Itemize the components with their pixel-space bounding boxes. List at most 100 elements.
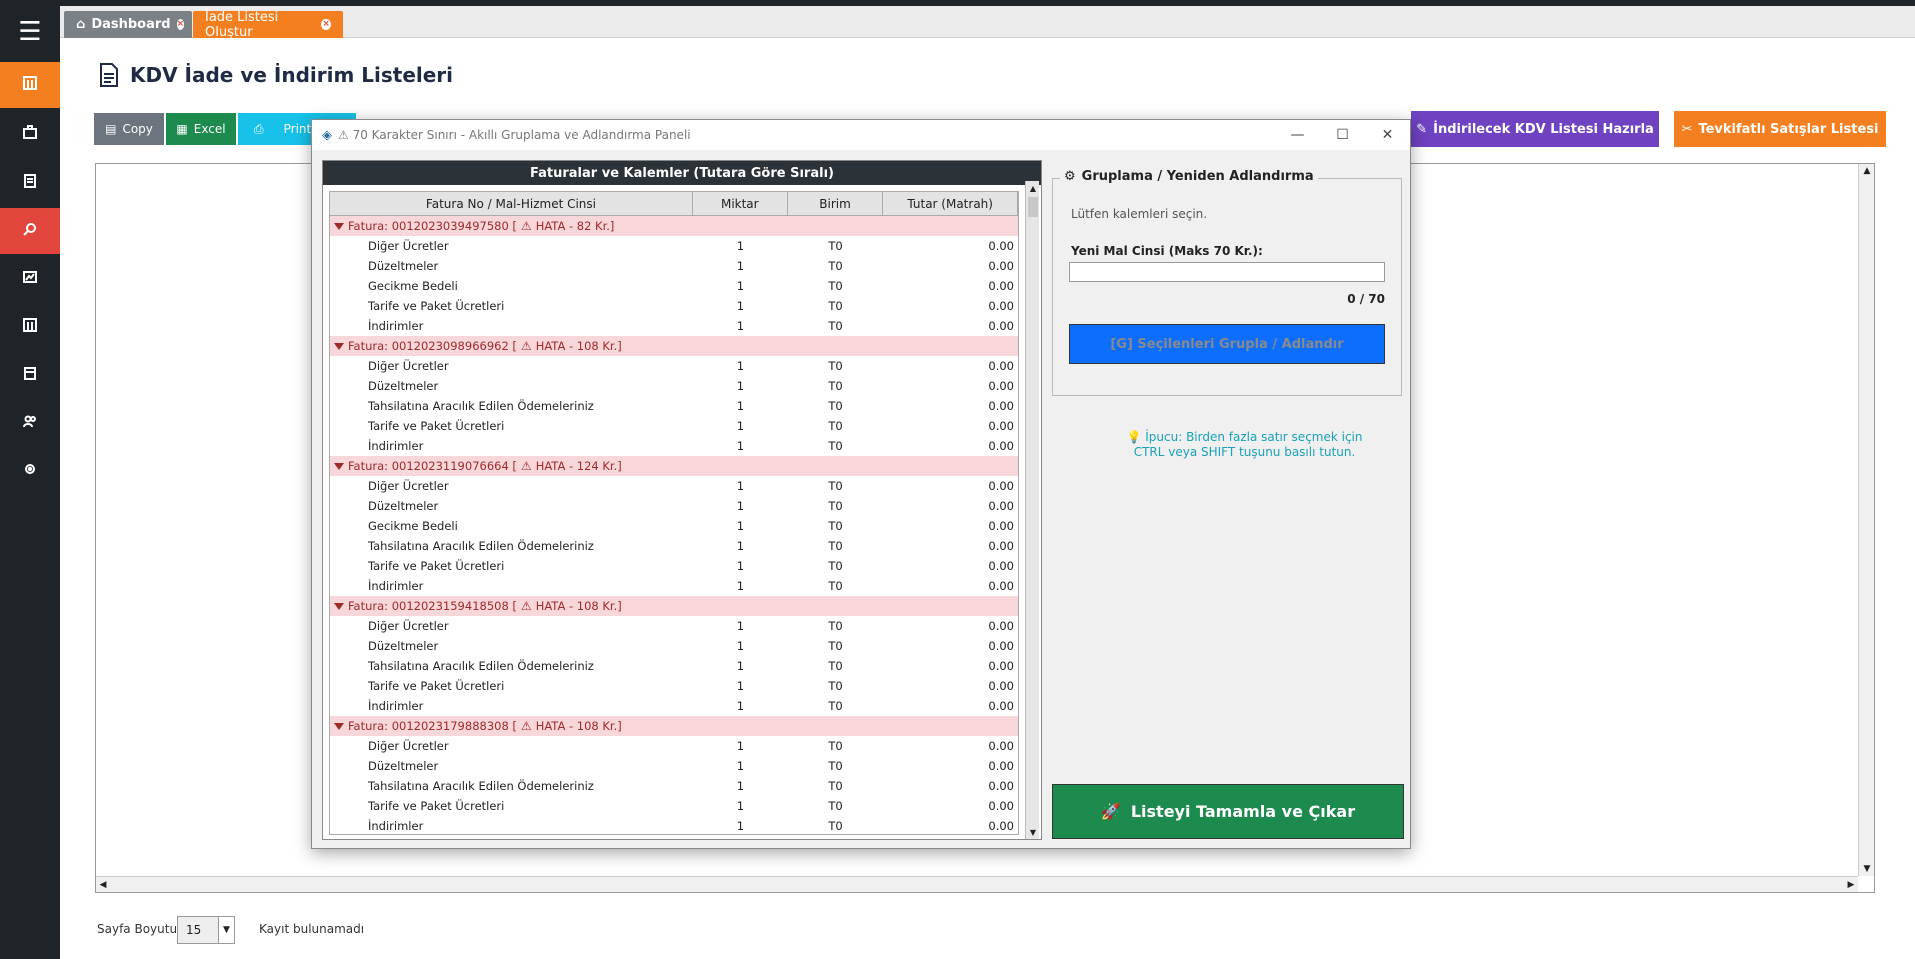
- invoice-item-row[interactable]: Tarife ve Paket Ücretleri 1 T0 0.00: [330, 556, 1018, 576]
- sidebar-item-search[interactable]: [0, 208, 60, 254]
- invoice-item-row[interactable]: Düzeltmeler 1 T0 0.00: [330, 636, 1018, 656]
- item-qty: 1: [736, 299, 745, 313]
- invoice-item-row[interactable]: Düzeltmeler 1 T0 0.00: [330, 756, 1018, 776]
- tab-iade-listesi[interactable]: İade Listesi Oluştur ×: [193, 10, 343, 40]
- expand-icon[interactable]: [334, 722, 344, 730]
- expand-icon[interactable]: [334, 222, 344, 230]
- copy-button[interactable]: ▤ Copy: [94, 113, 164, 145]
- item-name: Gecikme Bedeli: [368, 279, 458, 293]
- close-icon[interactable]: ×: [176, 19, 185, 30]
- col-header-unit[interactable]: Birim: [788, 192, 884, 215]
- invoice-item-row[interactable]: Tarife ve Paket Ücretleri 1 T0 0.00: [330, 796, 1018, 816]
- invoice-item-row[interactable]: Tahsilatına Aracılık Edilen Ödemeleriniz…: [330, 656, 1018, 676]
- col-header-amount[interactable]: Tutar (Matrah): [883, 192, 1018, 215]
- invoice-group-row[interactable]: Fatura: 0012023039497580 [⚠ HATA - 82 Kr.…: [330, 216, 1018, 236]
- item-unit: T0: [828, 359, 843, 373]
- invoice-item-row[interactable]: İndirimler 1 T0 0.00: [330, 316, 1018, 336]
- invoice-item-row[interactable]: Diğer Ücretler 1 T0 0.00: [330, 236, 1018, 256]
- finish-export-button[interactable]: 🚀 Listeyi Tamamla ve Çıkar: [1052, 784, 1404, 839]
- invoice-item-row[interactable]: İndirimler 1 T0 0.00: [330, 436, 1018, 456]
- tools-icon: ✂: [1681, 121, 1693, 137]
- chevron-down-icon[interactable]: ▼: [218, 917, 234, 943]
- scroll-down-icon[interactable]: ▼: [1860, 862, 1874, 876]
- sidebar-item-dashboard[interactable]: [0, 62, 60, 108]
- maximize-icon[interactable]: ☐: [1320, 120, 1365, 150]
- tevkifat-sales-button[interactable]: ✂ Tevkifatlı Satışlar Listesi: [1674, 111, 1886, 147]
- col-header-name[interactable]: Fatura No / Mal-Hizmet Cinsi: [330, 192, 693, 215]
- minimize-icon[interactable]: —: [1275, 120, 1320, 150]
- page-size-select[interactable]: 15 ▼: [177, 916, 235, 944]
- scroll-left-icon[interactable]: ◀: [96, 878, 110, 892]
- item-name: Gecikme Bedeli: [368, 519, 458, 533]
- sidebar-item-companies[interactable]: [0, 304, 60, 350]
- invoice-item-row[interactable]: Düzeltmeler 1 T0 0.00: [330, 376, 1018, 396]
- invoice-group-row[interactable]: Fatura: 0012023119076664 [⚠ HATA - 124 Kr…: [330, 456, 1018, 476]
- invoice-item-row[interactable]: Tahsilatına Aracılık Edilen Ödemeleriniz…: [330, 776, 1018, 796]
- invoice-item-row[interactable]: Diğer Ücretler 1 T0 0.00: [330, 616, 1018, 636]
- invoice-item-row[interactable]: Gecikme Bedeli 1 T0 0.00: [330, 276, 1018, 296]
- invoice-item-row[interactable]: Diğer Ücretler 1 T0 0.00: [330, 736, 1018, 756]
- sidebar-item-archive[interactable]: [0, 352, 60, 398]
- tab-dashboard[interactable]: ⌂ Dashboard ×: [64, 11, 192, 38]
- item-unit: T0: [828, 479, 843, 493]
- invoice-group-row[interactable]: Fatura: 0012023098966962 [⚠ HATA - 108 Kr…: [330, 336, 1018, 356]
- invoice-item-row[interactable]: Diğer Ücretler 1 T0 0.00: [330, 356, 1018, 376]
- new-name-input[interactable]: [1069, 262, 1385, 282]
- tip-line-1: 💡 İpucu: Birden fazla satır seçmek için: [1126, 430, 1363, 444]
- item-qty: 1: [736, 439, 745, 453]
- invoice-item-row[interactable]: İndirimler 1 T0 0.00: [330, 816, 1018, 834]
- invoice-item-row[interactable]: Düzeltmeler 1 T0 0.00: [330, 496, 1018, 516]
- page-size-value: 15: [186, 923, 202, 937]
- scroll-thumb[interactable]: [1028, 197, 1038, 217]
- invoice-item-row[interactable]: Tahsilatına Aracılık Edilen Ödemeleriniz…: [330, 396, 1018, 416]
- item-name: İndirimler: [368, 819, 424, 833]
- invoice-item-row[interactable]: Diğer Ücretler 1 T0 0.00: [330, 476, 1018, 496]
- sidebar-item-settings[interactable]: [0, 448, 60, 494]
- invoice-item-row[interactable]: Gecikme Bedeli 1 T0 0.00: [330, 516, 1018, 536]
- excel-button[interactable]: ▦ Excel: [166, 113, 236, 145]
- excel-label: Excel: [193, 122, 226, 136]
- invoice-item-row[interactable]: Tahsilatına Aracılık Edilen Ödemeleriniz…: [330, 536, 1018, 556]
- group-rename-button[interactable]: [G] Seçilenleri Grupla / Adlandır: [1069, 324, 1385, 364]
- grouping-legend: ⚙ Gruplama / Yeniden Adlandırma: [1060, 169, 1318, 184]
- sidebar-item-briefcase[interactable]: [0, 111, 60, 157]
- hamburger-menu-icon[interactable]: ☰: [0, 12, 60, 52]
- item-unit: T0: [828, 699, 843, 713]
- expand-icon[interactable]: [334, 462, 344, 470]
- item-amount: 0.00: [988, 679, 1014, 693]
- invoice-group-row[interactable]: Fatura: 0012023159418508 [⚠ HATA - 108 Kr…: [330, 596, 1018, 616]
- close-icon[interactable]: ✕: [1365, 120, 1410, 150]
- horizontal-scrollbar[interactable]: ◀ ▶: [96, 876, 1858, 892]
- invoice-item-row[interactable]: İndirimler 1 T0 0.00: [330, 696, 1018, 716]
- close-icon[interactable]: ×: [321, 19, 331, 30]
- scroll-up-icon[interactable]: ▲: [1860, 164, 1874, 178]
- invoice-group-row[interactable]: Fatura: 0012023179888308 [⚠ HATA - 108 Kr…: [330, 716, 1018, 736]
- vertical-scrollbar[interactable]: ▲ ▼: [1858, 164, 1874, 876]
- item-name: Düzeltmeler: [368, 499, 439, 513]
- group-label: Fatura: 0012023098966962 [: [348, 339, 517, 353]
- expand-icon[interactable]: [334, 342, 344, 350]
- tree-vertical-scrollbar[interactable]: ▲ ▼: [1025, 181, 1039, 839]
- scroll-down-icon[interactable]: ▼: [1026, 825, 1040, 839]
- invoice-item-row[interactable]: İndirimler 1 T0 0.00: [330, 576, 1018, 596]
- item-qty: 1: [736, 579, 745, 593]
- sidebar-item-charts[interactable]: [0, 256, 60, 302]
- invoice-item-row[interactable]: Tarife ve Paket Ücretleri 1 T0 0.00: [330, 416, 1018, 436]
- prepare-kdv-list-button[interactable]: ✎ İndirilecek KDV Listesi Hazırla: [1411, 111, 1659, 147]
- scroll-right-icon[interactable]: ▶: [1844, 878, 1858, 892]
- expand-icon[interactable]: [334, 602, 344, 610]
- item-name: Diğer Ücretler: [368, 619, 449, 633]
- invoice-item-row[interactable]: Tarife ve Paket Ücretleri 1 T0 0.00: [330, 296, 1018, 316]
- sidebar-item-users[interactable]: [0, 400, 60, 446]
- briefcase-icon: [22, 124, 38, 144]
- copy-icon: ▤: [105, 122, 117, 136]
- col-header-qty[interactable]: Miktar: [693, 192, 788, 215]
- sidebar-item-documents[interactable]: [0, 160, 60, 206]
- warning-icon: ⚠: [520, 719, 532, 733]
- item-amount: 0.00: [988, 619, 1014, 633]
- scroll-up-icon[interactable]: ▲: [1026, 181, 1040, 195]
- item-name: Tarife ve Paket Ücretleri: [368, 679, 505, 693]
- invoice-item-row[interactable]: Düzeltmeler 1 T0 0.00: [330, 256, 1018, 276]
- invoice-item-row[interactable]: Tarife ve Paket Ücretleri 1 T0 0.00: [330, 676, 1018, 696]
- invoice-tree[interactable]: Fatura No / Mal-Hizmet Cinsi Miktar Biri…: [329, 191, 1019, 835]
